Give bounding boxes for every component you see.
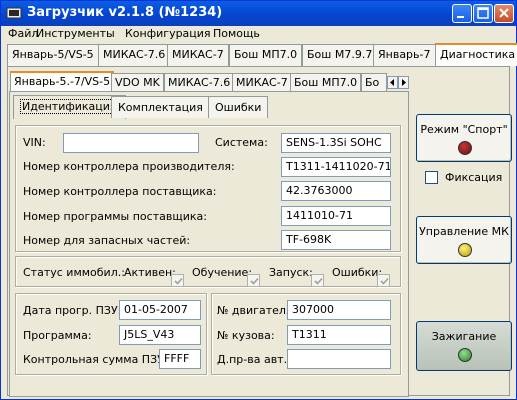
subtab-vdo-mk[interactable]: VDO MK xyxy=(111,73,164,92)
spare-part-number-field[interactable]: TF-698K xyxy=(281,230,391,250)
tab-mikas-7-6[interactable]: МИКАС-7.6 xyxy=(98,44,171,66)
tab-identification-label: Идентификация xyxy=(20,99,119,114)
tab-identification[interactable]: Идентификация xyxy=(13,95,126,119)
menu-tools[interactable]: Инструменты xyxy=(36,27,115,40)
immo-active-checkbox xyxy=(171,274,184,287)
system-label: Система: xyxy=(215,136,268,149)
system-field[interactable]: SENS-1.3Si SOHC xyxy=(281,133,391,153)
mk-control-indicator-icon xyxy=(458,243,472,257)
minimize-icon xyxy=(457,16,464,18)
tab-bosch-m797[interactable]: Бош М7.9.7 xyxy=(302,44,378,66)
manufacture-date-label: Д.пр-ва авт.: xyxy=(217,353,291,366)
mk-control-button[interactable]: Управление МК xyxy=(416,216,512,264)
supplier-ecu-number-field[interactable]: 42.3763000 xyxy=(281,181,391,201)
subtab-mikas-7-6[interactable]: МИКАС-7.6 xyxy=(164,73,235,92)
immo-start-checkbox xyxy=(311,274,324,287)
arrow-left-icon xyxy=(390,79,394,86)
scroll-right-button[interactable] xyxy=(398,76,409,89)
subtab-bosch-mp7[interactable]: Бош МП7.0 xyxy=(290,73,362,92)
supplier-program-number-field[interactable]: 1411010-71 xyxy=(281,206,391,226)
window-title: Загрузчик v2.1.8 (№1234) xyxy=(27,5,223,20)
sport-mode-label: Режим "Спорт" xyxy=(420,123,508,136)
supplier-program-number-label: Номер программы поставщика: xyxy=(23,210,207,223)
manufacturer-ecu-number-field[interactable]: T1311-1411020-71 xyxy=(281,157,391,177)
immo-start-label: Запуск: xyxy=(269,266,313,279)
maximize-icon xyxy=(477,7,489,19)
scroll-left-button[interactable] xyxy=(387,76,398,89)
immo-active-label: Активен: xyxy=(124,266,176,279)
minimize-button[interactable] xyxy=(452,4,472,23)
menu-bar: Файл Инструменты Конфигурация Помощь xyxy=(1,26,516,42)
mk-control-label: Управление МК xyxy=(419,225,509,238)
title-bar[interactable]: Загрузчик v2.1.8 (№1234) xyxy=(1,1,516,26)
engine-number-field[interactable]: 307000 xyxy=(287,300,391,320)
immo-errors-checkbox xyxy=(377,274,390,287)
tab-configuration-label: Комплектация xyxy=(118,101,203,114)
menu-file[interactable]: Файл xyxy=(8,27,38,40)
arrow-right-icon xyxy=(402,79,406,86)
app-icon xyxy=(6,7,22,19)
immo-errors-label: Ошибки: xyxy=(332,266,383,279)
vin-label: VIN: xyxy=(23,136,46,149)
manufacturer-ecu-number-label: Номер контроллера производителя: xyxy=(23,160,235,173)
checkmark-icon xyxy=(314,277,323,285)
checkmark-icon xyxy=(250,277,259,285)
supplier-ecu-number-label: Номер контроллера поставщика: xyxy=(23,185,217,198)
rom-date-field[interactable]: 01-05-2007 xyxy=(119,300,201,320)
subtab-january-5-7[interactable]: Январь-5.-7/VS-5 xyxy=(10,71,115,91)
tab-january-5[interactable]: Январь-5/VS-5 xyxy=(7,44,99,66)
app-window: Загрузчик v2.1.8 (№1234) Файл Инструмент… xyxy=(0,0,517,400)
immo-learning-checkbox xyxy=(247,274,260,287)
menu-config[interactable]: Конфигурация xyxy=(125,27,211,40)
engine-number-label: № двигателя: xyxy=(217,304,297,317)
close-button[interactable] xyxy=(494,4,514,23)
vin-field[interactable] xyxy=(63,133,199,153)
spare-part-number-label: Номер для запасных частей: xyxy=(23,234,191,247)
tab-configuration[interactable]: Комплектация xyxy=(111,96,210,118)
tab-mikas-7[interactable]: МИКАС-7 xyxy=(167,44,229,66)
tab-diagnostics[interactable]: Диагностика xyxy=(435,43,517,66)
immo-learning-label: Обучение: xyxy=(192,266,253,279)
close-icon xyxy=(499,8,509,18)
sport-mode-button[interactable]: Режим "Спорт" xyxy=(416,114,512,162)
sport-mode-indicator-icon xyxy=(458,141,472,155)
body-number-field[interactable]: T1311 xyxy=(287,325,391,345)
program-field[interactable]: J5LS_V43 xyxy=(119,325,201,345)
body-number-label: № кузова: xyxy=(217,329,275,342)
ignition-label: Зажигание xyxy=(431,330,497,343)
ignition-button[interactable]: Зажигание xyxy=(416,321,512,371)
rom-checksum-field[interactable]: FFFF xyxy=(159,349,201,369)
immobilizer-status-label: Статус иммобил.: xyxy=(23,266,125,279)
tab-bosch-mp7[interactable]: Бош МП7.0 xyxy=(229,44,303,66)
tab-errors-label: Ошибки xyxy=(215,101,262,114)
ignition-indicator-icon xyxy=(458,348,472,362)
checkmark-icon xyxy=(174,277,183,285)
subtab-bosch-truncated[interactable]: Бо xyxy=(361,73,387,92)
maximize-button[interactable] xyxy=(473,4,493,23)
tab-errors[interactable]: Ошибки xyxy=(208,96,269,118)
manufacture-date-field[interactable] xyxy=(287,349,391,369)
fix-label: Фиксация xyxy=(445,171,503,184)
rom-checksum-label: Контрольная сумма ПЗУ: xyxy=(23,353,168,366)
menu-help[interactable]: Помощь xyxy=(213,27,260,40)
subtab-mikas-7[interactable]: МИКАС-7 xyxy=(232,73,292,92)
fix-checkbox[interactable] xyxy=(425,171,438,184)
program-label: Программа: xyxy=(23,329,92,342)
rom-date-label: Дата прогр. ПЗУ: xyxy=(23,304,122,317)
checkmark-icon xyxy=(380,277,389,285)
tab-january-7[interactable]: Январь-7 xyxy=(373,44,436,66)
